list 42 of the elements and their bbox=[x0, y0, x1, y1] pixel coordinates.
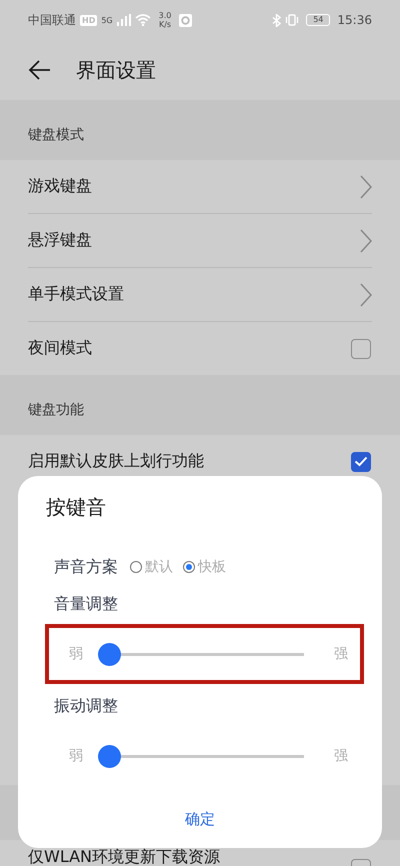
hd-badge: HD bbox=[80, 14, 98, 26]
back-button[interactable] bbox=[28, 60, 52, 80]
network-type: 5G bbox=[101, 16, 113, 24]
carrier-name: 中国联通 bbox=[28, 12, 76, 28]
radio-button[interactable] bbox=[130, 561, 142, 573]
battery-icon: 54 bbox=[306, 14, 330, 26]
checkbox[interactable] bbox=[351, 452, 371, 472]
slider-thumb[interactable] bbox=[98, 642, 121, 666]
min-label: 弱 bbox=[69, 645, 83, 663]
wifi-icon bbox=[134, 14, 151, 26]
scheme-label: 声音方案 bbox=[54, 556, 118, 578]
max-label: 强 bbox=[334, 747, 348, 765]
slider-label: 音量调整 bbox=[54, 594, 119, 615]
check-icon bbox=[354, 456, 368, 467]
radio-button[interactable] bbox=[183, 561, 195, 573]
chevron-right-icon bbox=[360, 228, 372, 252]
confirm-button[interactable]: 确定 bbox=[171, 804, 229, 835]
max-label: 强 bbox=[334, 645, 348, 663]
settings-row[interactable]: 游戏键盘 bbox=[28, 160, 372, 214]
settings-row[interactable]: 启用默认皮肤上划行功能 bbox=[28, 435, 372, 488]
speed-value: 3.0 bbox=[158, 11, 172, 20]
page-title: 界面设置 bbox=[76, 56, 156, 84]
chevron-right-icon bbox=[360, 174, 372, 198]
dialog-title: 按键音 bbox=[46, 494, 107, 521]
slider-thumb[interactable] bbox=[98, 744, 121, 768]
status-time: 15:36 bbox=[337, 13, 372, 27]
bluetooth-icon bbox=[272, 14, 282, 26]
settings-row[interactable]: 夜间模式 bbox=[28, 322, 372, 375]
vibrate-icon bbox=[285, 14, 300, 26]
chevron-right-icon bbox=[360, 282, 372, 306]
settings-row[interactable]: 悬浮键盘 bbox=[28, 214, 372, 268]
checkbox[interactable] bbox=[351, 338, 371, 358]
settings-row[interactable]: 仅WLAN环境更新下载资源 bbox=[28, 840, 372, 866]
app-icon bbox=[179, 14, 192, 26]
speed-unit: K/s bbox=[158, 20, 172, 29]
back-arrow-icon bbox=[28, 60, 52, 80]
section-header: 键盘功能 bbox=[28, 401, 84, 419]
slider-label: 振动调整 bbox=[54, 696, 119, 717]
section-header: 键盘模式 bbox=[28, 126, 84, 144]
min-label: 弱 bbox=[69, 747, 83, 765]
settings-row[interactable]: 单手模式设置 bbox=[28, 268, 372, 322]
signal-icon bbox=[116, 14, 131, 26]
